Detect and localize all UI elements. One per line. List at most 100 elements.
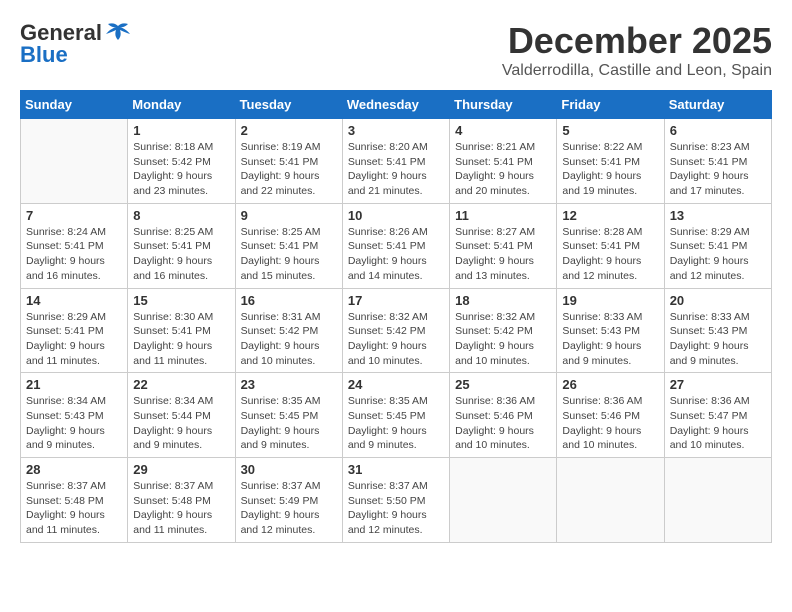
day-info: Sunrise: 8:19 AM Sunset: 5:41 PM Dayligh… [241, 140, 337, 199]
day-info: Sunrise: 8:30 AM Sunset: 5:41 PM Dayligh… [133, 310, 229, 369]
day-number: 5 [562, 123, 658, 138]
day-number: 6 [670, 123, 766, 138]
day-number: 1 [133, 123, 229, 138]
day-info: Sunrise: 8:32 AM Sunset: 5:42 PM Dayligh… [348, 310, 444, 369]
weekday-header: Saturday [664, 91, 771, 119]
day-number: 7 [26, 208, 122, 223]
day-info: Sunrise: 8:32 AM Sunset: 5:42 PM Dayligh… [455, 310, 551, 369]
logo-bird-icon [104, 22, 132, 44]
calendar-week-row: 21 Sunrise: 8:34 AM Sunset: 5:43 PM Dayli… [21, 373, 772, 458]
day-number: 3 [348, 123, 444, 138]
day-number: 22 [133, 377, 229, 392]
calendar-cell: 3 Sunrise: 8:20 AM Sunset: 5:41 PM Daylig… [342, 119, 449, 204]
calendar-cell: 19Sunrise: 8:33 AM Sunset: 5:43 PM Dayli… [557, 288, 664, 373]
weekday-header: Sunday [21, 91, 128, 119]
day-info: Sunrise: 8:23 AM Sunset: 5:41 PM Dayligh… [670, 140, 766, 199]
day-number: 4 [455, 123, 551, 138]
weekday-header: Thursday [450, 91, 557, 119]
calendar-cell: 31 Sunrise: 8:37 AM Sunset: 5:50 PM Dayli… [342, 458, 449, 543]
day-number: 29 [133, 462, 229, 477]
calendar-cell: 24Sunrise: 8:35 AM Sunset: 5:45 PM Dayli… [342, 373, 449, 458]
day-info: Sunrise: 8:36 AM Sunset: 5:47 PM Dayligh… [670, 394, 766, 453]
weekday-header: Wednesday [342, 91, 449, 119]
calendar-cell: 29 Sunrise: 8:37 AM Sunset: 5:48 PM Dayli… [128, 458, 235, 543]
day-info: Sunrise: 8:35 AM Sunset: 5:45 PM Dayligh… [241, 394, 337, 453]
day-info: Sunrise: 8:25 AM Sunset: 5:41 PM Dayligh… [133, 225, 229, 284]
calendar-cell: 22 Sunrise: 8:34 AM Sunset: 5:44 PM Dayli… [128, 373, 235, 458]
calendar-cell [21, 119, 128, 204]
calendar-cell: 16 Sunrise: 8:31 AM Sunset: 5:42 PM Dayli… [235, 288, 342, 373]
day-number: 17 [348, 293, 444, 308]
title-block: December 2025 Valderrodilla, Castille an… [502, 20, 772, 80]
day-number: 26 [562, 377, 658, 392]
calendar-cell [450, 458, 557, 543]
day-info: Sunrise: 8:20 AM Sunset: 5:41 PM Dayligh… [348, 140, 444, 199]
calendar-cell: 11 Sunrise: 8:27 AM Sunset: 5:41 PM Dayli… [450, 203, 557, 288]
day-number: 12 [562, 208, 658, 223]
day-info: Sunrise: 8:27 AM Sunset: 5:41 PM Dayligh… [455, 225, 551, 284]
day-info: Sunrise: 8:25 AM Sunset: 5:41 PM Dayligh… [241, 225, 337, 284]
calendar-cell: 28 Sunrise: 8:37 AM Sunset: 5:48 PM Dayli… [21, 458, 128, 543]
day-number: 31 [348, 462, 444, 477]
day-info: Sunrise: 8:29 AM Sunset: 5:41 PM Dayligh… [26, 310, 122, 369]
day-number: 28 [26, 462, 122, 477]
day-info: Sunrise: 8:33 AM Sunset: 5:43 PM Dayligh… [562, 310, 658, 369]
day-number: 14 [26, 293, 122, 308]
calendar-cell: 2 Sunrise: 8:19 AM Sunset: 5:41 PM Daylig… [235, 119, 342, 204]
calendar-cell: 23Sunrise: 8:35 AM Sunset: 5:45 PM Dayli… [235, 373, 342, 458]
calendar-week-row: 1Sunrise: 8:18 AM Sunset: 5:42 PM Daylig… [21, 119, 772, 204]
calendar-cell: 30Sunrise: 8:37 AM Sunset: 5:49 PM Dayli… [235, 458, 342, 543]
weekday-header: Tuesday [235, 91, 342, 119]
day-number: 2 [241, 123, 337, 138]
day-info: Sunrise: 8:29 AM Sunset: 5:41 PM Dayligh… [670, 225, 766, 284]
day-info: Sunrise: 8:33 AM Sunset: 5:43 PM Dayligh… [670, 310, 766, 369]
day-info: Sunrise: 8:34 AM Sunset: 5:44 PM Dayligh… [133, 394, 229, 453]
day-info: Sunrise: 8:26 AM Sunset: 5:41 PM Dayligh… [348, 225, 444, 284]
day-number: 25 [455, 377, 551, 392]
day-number: 10 [348, 208, 444, 223]
calendar-week-row: 7Sunrise: 8:24 AM Sunset: 5:41 PM Daylig… [21, 203, 772, 288]
day-number: 21 [26, 377, 122, 392]
calendar-cell: 6 Sunrise: 8:23 AM Sunset: 5:41 PM Daylig… [664, 119, 771, 204]
day-info: Sunrise: 8:37 AM Sunset: 5:48 PM Dayligh… [26, 479, 122, 538]
day-number: 8 [133, 208, 229, 223]
day-number: 9 [241, 208, 337, 223]
calendar-cell [557, 458, 664, 543]
calendar-cell [664, 458, 771, 543]
day-number: 24 [348, 377, 444, 392]
calendar-cell: 1Sunrise: 8:18 AM Sunset: 5:42 PM Daylig… [128, 119, 235, 204]
day-number: 15 [133, 293, 229, 308]
month-title: December 2025 [502, 20, 772, 62]
calendar-cell: 17 Sunrise: 8:32 AM Sunset: 5:42 PM Dayli… [342, 288, 449, 373]
day-info: Sunrise: 8:22 AM Sunset: 5:41 PM Dayligh… [562, 140, 658, 199]
calendar-cell: 18 Sunrise: 8:32 AM Sunset: 5:42 PM Dayli… [450, 288, 557, 373]
day-number: 18 [455, 293, 551, 308]
logo-blue: Blue [20, 42, 68, 68]
calendar-week-row: 14 Sunrise: 8:29 AM Sunset: 5:41 PM Dayli… [21, 288, 772, 373]
day-info: Sunrise: 8:34 AM Sunset: 5:43 PM Dayligh… [26, 394, 122, 453]
calendar-cell: 15 Sunrise: 8:30 AM Sunset: 5:41 PM Dayli… [128, 288, 235, 373]
calendar-table: SundayMondayTuesdayWednesdayThursdayFrid… [20, 90, 772, 543]
day-info: Sunrise: 8:31 AM Sunset: 5:42 PM Dayligh… [241, 310, 337, 369]
calendar-cell: 20Sunrise: 8:33 AM Sunset: 5:43 PM Dayli… [664, 288, 771, 373]
calendar-cell: 7Sunrise: 8:24 AM Sunset: 5:41 PM Daylig… [21, 203, 128, 288]
calendar-header-row: SundayMondayTuesdayWednesdayThursdayFrid… [21, 91, 772, 119]
day-info: Sunrise: 8:37 AM Sunset: 5:48 PM Dayligh… [133, 479, 229, 538]
day-info: Sunrise: 8:21 AM Sunset: 5:41 PM Dayligh… [455, 140, 551, 199]
calendar-cell: 10 Sunrise: 8:26 AM Sunset: 5:41 PM Dayli… [342, 203, 449, 288]
day-info: Sunrise: 8:28 AM Sunset: 5:41 PM Dayligh… [562, 225, 658, 284]
calendar-cell: 27 Sunrise: 8:36 AM Sunset: 5:47 PM Dayli… [664, 373, 771, 458]
calendar-cell: 9 Sunrise: 8:25 AM Sunset: 5:41 PM Daylig… [235, 203, 342, 288]
weekday-header: Friday [557, 91, 664, 119]
day-number: 16 [241, 293, 337, 308]
calendar-cell: 12 Sunrise: 8:28 AM Sunset: 5:41 PM Dayli… [557, 203, 664, 288]
calendar-cell: 26 Sunrise: 8:36 AM Sunset: 5:46 PM Dayli… [557, 373, 664, 458]
location-title: Valderrodilla, Castille and Leon, Spain [502, 62, 772, 80]
day-info: Sunrise: 8:36 AM Sunset: 5:46 PM Dayligh… [562, 394, 658, 453]
day-info: Sunrise: 8:37 AM Sunset: 5:50 PM Dayligh… [348, 479, 444, 538]
day-number: 27 [670, 377, 766, 392]
day-info: Sunrise: 8:36 AM Sunset: 5:46 PM Dayligh… [455, 394, 551, 453]
day-number: 11 [455, 208, 551, 223]
day-number: 30 [241, 462, 337, 477]
weekday-header: Monday [128, 91, 235, 119]
